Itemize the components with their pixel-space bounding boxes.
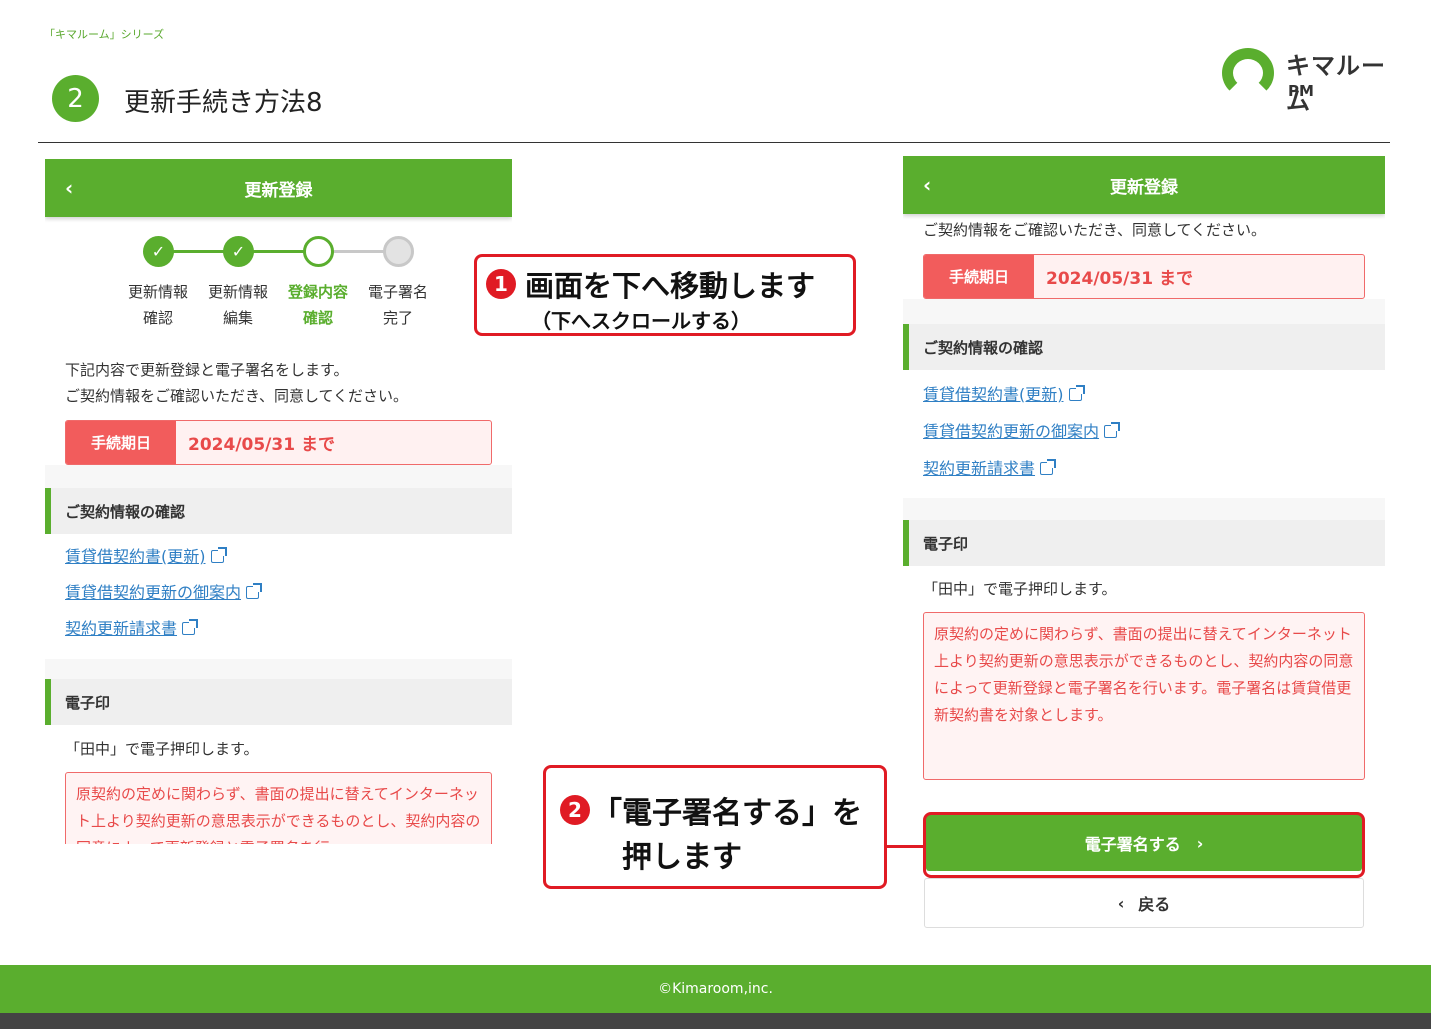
intro-text: 下記内容で更新登録と電子署名をします。 ご契約情報をご確認いただき、同意してくだ… — [45, 357, 512, 409]
seal-text: 「田中」で電子押印します。 — [65, 740, 259, 758]
progress-stepper: ✓ ✓ 更新情報 確認 更新情報 編集 登録内容 確認 電子署名 完了 — [45, 217, 512, 337]
step-label-line: 確認 — [302, 309, 333, 327]
footer-bottom-bar — [0, 1013, 1431, 1029]
kimaroom-logo: キマルーム PM — [1222, 46, 1392, 115]
logo-name: キマルーム — [1286, 52, 1386, 115]
callout-1-subtext: （下へスクロールする） — [531, 309, 751, 333]
step-done-check-icon: ✓ — [143, 236, 174, 267]
invoice-link[interactable]: 契約更新請求書 — [45, 611, 512, 647]
external-link-icon — [182, 619, 199, 635]
invoice-link[interactable]: 契約更新請求書 — [903, 450, 1385, 487]
callout-2-line2: 押します — [622, 840, 742, 875]
deadline-box: 手続期日 2024/05/31 まで — [65, 420, 492, 465]
callout-1-text: 画面を下へ移動します — [525, 269, 816, 303]
deadline-value: 2024/05/31 まで — [188, 435, 335, 455]
right-appbar: ‹ 更新登録 — [903, 156, 1385, 214]
back-chevron-icon[interactable]: ‹ — [65, 176, 73, 200]
copyright: ©Kimaroom,inc. — [658, 981, 773, 997]
intro-line: ご契約情報をご確認いただき、同意してください。 — [65, 387, 409, 405]
step-label-line: 確認 — [142, 309, 173, 327]
callout-number-2: 2 — [560, 795, 590, 825]
renewal-guide-link[interactable]: 賃貸借契約更新の御案内 — [45, 575, 512, 611]
left-appbar-title: 更新登録 — [244, 180, 313, 201]
left-phone-screen: ‹ 更新登録 ✓ ✓ 更新情報 確認 更新情報 編集 登録内容 確認 電子署名 … — [45, 159, 512, 844]
external-link-icon — [246, 583, 263, 599]
contract-link[interactable]: 賃貸借契約書(更新) — [45, 539, 512, 575]
step-label-line: 登録内容 — [287, 283, 348, 301]
step-label-line: 更新情報 — [127, 283, 188, 301]
seal-section-heading: 電子印 — [45, 679, 512, 725]
step-label-line: 完了 — [382, 309, 413, 327]
back-button[interactable]: ‹ 戻る — [924, 878, 1364, 928]
intro-line: 下記内容で更新登録と電子署名をします。 — [65, 361, 349, 379]
step-label-1: 更新情報 確認 — [118, 279, 198, 331]
document-links: 賃貸借契約書(更新) 賃貸借契約更新の御案内 契約更新請求書 — [903, 370, 1385, 498]
callout-connector-line — [886, 845, 926, 848]
external-link-icon — [1104, 422, 1121, 438]
deadline-label: 手続期日 — [924, 255, 1034, 298]
footer: ©Kimaroom,inc. — [0, 965, 1431, 1013]
logo-mark-icon — [1222, 48, 1274, 98]
page-title: 更新手続き方法8 — [124, 88, 323, 118]
step-label-line: 更新情報 — [207, 283, 268, 301]
step-label-3: 登録内容 確認 — [278, 279, 358, 331]
consent-notice: 原契約の定めに関わらず、書面の提出に替えてインターネット上より契約更新の意思表示… — [65, 772, 492, 844]
header-divider — [38, 142, 1390, 143]
step-label-4: 電子署名 完了 — [358, 279, 438, 331]
step-todo-circle-icon — [383, 236, 414, 267]
external-link-icon — [1040, 459, 1057, 475]
contract-section-heading: ご契約情報の確認 — [45, 488, 512, 534]
series-label: 「キマルーム」シリーズ — [44, 28, 165, 41]
right-appbar-title: 更新登録 — [1110, 177, 1178, 198]
intro-text: ご契約情報をご確認いただき、同意してください。 — [923, 221, 1267, 239]
renewal-guide-link[interactable]: 賃貸借契約更新の御案内 — [903, 413, 1385, 450]
callout-press-sign: 2 「電子署名する」を 押します — [543, 765, 887, 889]
contract-link[interactable]: 賃貸借契約書(更新) — [903, 376, 1385, 413]
step-done-check-icon: ✓ — [223, 236, 254, 267]
external-link-icon — [1068, 385, 1085, 401]
step-label-line: 編集 — [222, 309, 253, 327]
consent-notice: 原契約の定めに関わらず、書面の提出に替えてインターネット上より契約更新の意思表示… — [923, 612, 1365, 780]
logo-sub: PM — [1288, 82, 1314, 100]
callout-number-1: 1 — [486, 269, 516, 299]
contract-section-heading: ご契約情報の確認 — [903, 324, 1385, 370]
callout-scroll-down: 1 画面を下へ移動します （下へスクロールする） — [474, 254, 856, 336]
back-chevron-icon[interactable]: ‹ — [923, 173, 931, 197]
step-current-circle-icon — [303, 236, 334, 267]
deadline-value: 2024/05/31 まで — [1046, 269, 1193, 289]
callout-2-line1: 「電子署名する」を — [592, 796, 862, 831]
deadline-box: 手続期日 2024/05/31 まで — [923, 254, 1365, 299]
step-label-2: 更新情報 編集 — [198, 279, 278, 331]
seal-text: 「田中」で電子押印します。 — [923, 580, 1117, 598]
deadline-label: 手続期日 — [66, 421, 176, 464]
sign-button-highlight — [923, 812, 1365, 878]
seal-section-heading: 電子印 — [903, 520, 1385, 566]
step-number-badge: 2 — [52, 75, 99, 122]
left-appbar: ‹ 更新登録 — [45, 159, 512, 217]
step-label-line: 電子署名 — [367, 283, 428, 301]
chevron-left-icon: ‹ — [1117, 893, 1125, 913]
back-button-label: 戻る — [1138, 895, 1171, 914]
document-links: 賃貸借契約書(更新) 賃貸借契約更新の御案内 契約更新請求書 — [45, 534, 512, 659]
external-link-icon — [210, 547, 227, 563]
